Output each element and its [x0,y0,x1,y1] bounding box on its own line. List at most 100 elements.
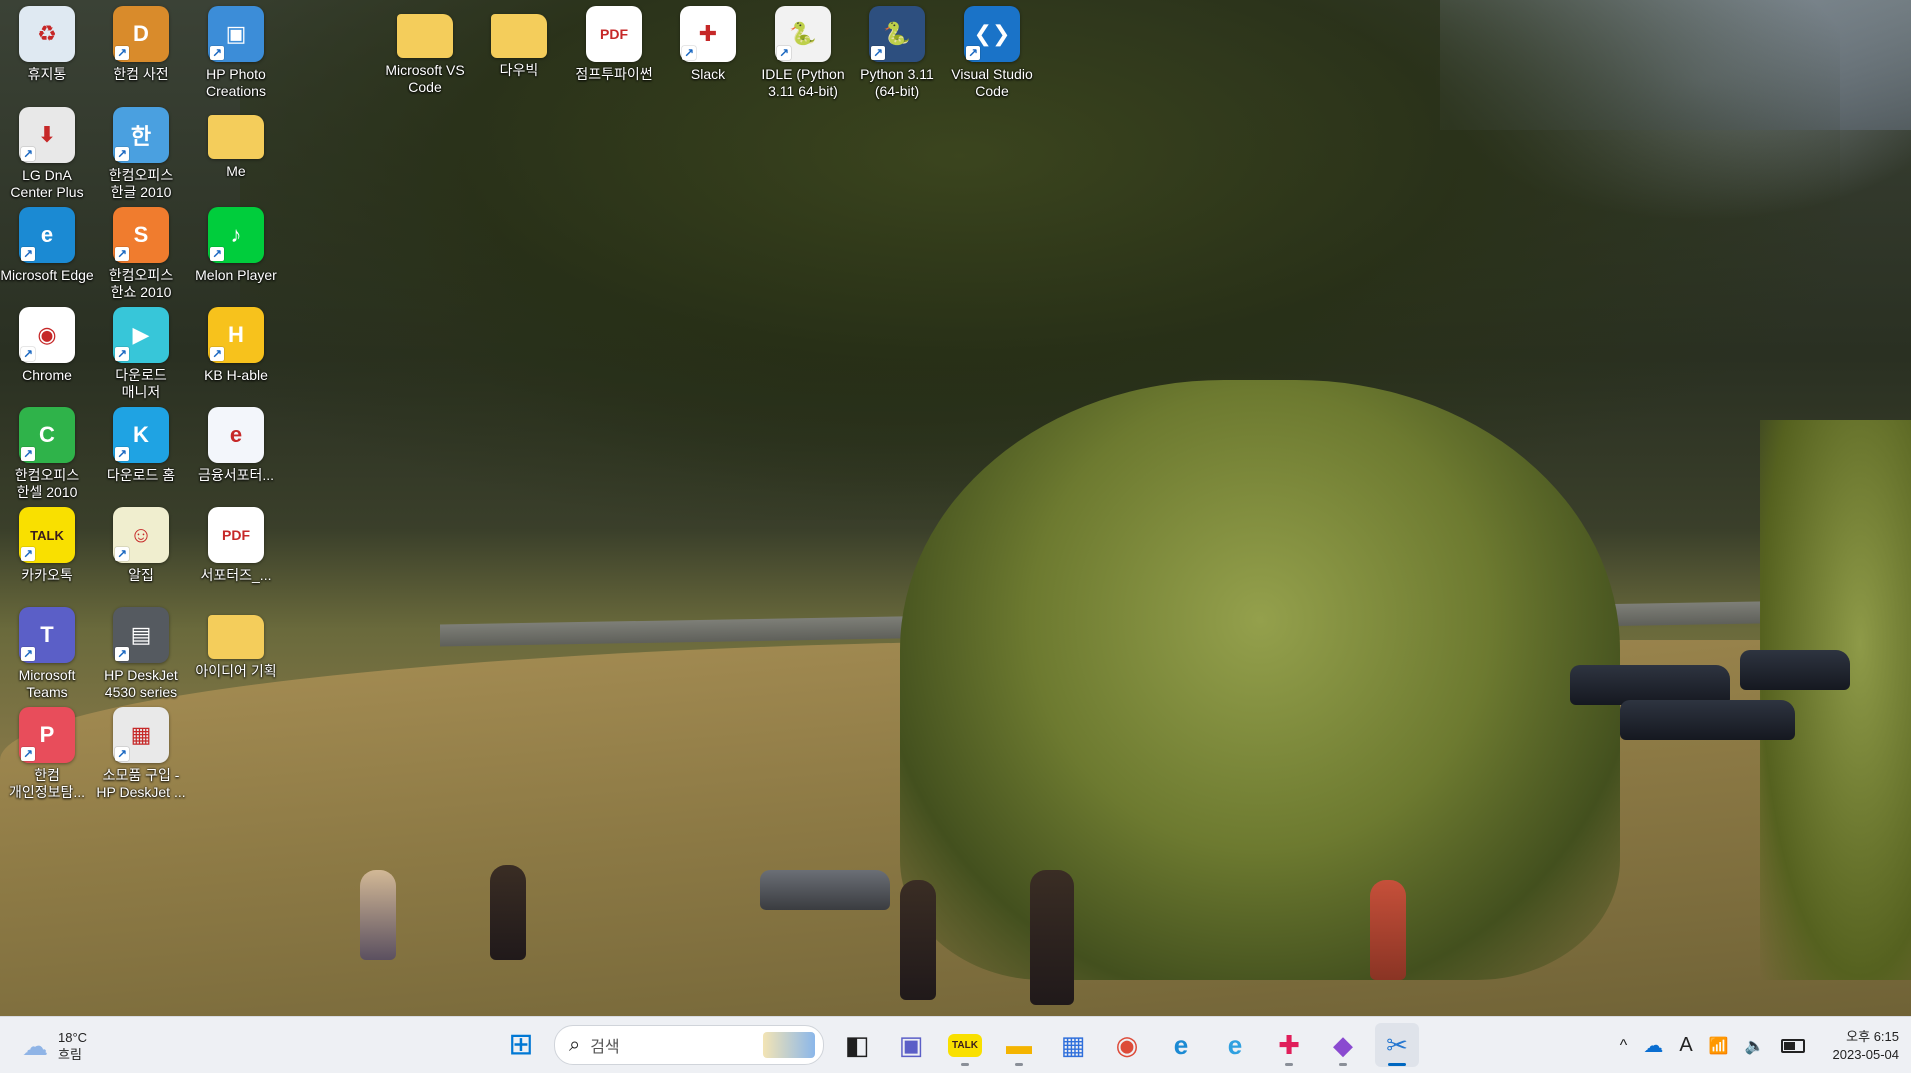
wallpaper-person [900,880,936,1000]
edge-taskbar-button[interactable]: e [1159,1023,1203,1067]
desktop-icon-label: 한컴오피스 한쇼 2010 [108,267,174,300]
hancom-dictionary-icon: D ↗ [113,6,169,62]
download-manager-icon: ▶ ↗ [113,307,169,363]
wifi-icon[interactable]: 📶 [1709,1036,1729,1056]
wallpaper-willow-tree [900,380,1620,980]
desktop-icon[interactable]: 아이디어 기획 [189,605,283,705]
desktop-icon[interactable]: Microsoft VS Code [378,4,472,104]
python-idle-icon: 🐍 ↗ [775,6,831,62]
desktop-icon[interactable]: ◉ ↗ Chrome [0,305,94,405]
folder-icon [208,615,264,659]
shortcut-arrow-icon: ↗ [21,747,35,761]
cloud-icon: ☁ [22,1030,48,1061]
folder-icon [208,115,264,159]
desktop-icon[interactable]: ☺ ↗ 알집 [94,505,188,605]
desktop-icon[interactable]: TALK ↗ 카카오톡 [0,505,94,605]
desktop-icon[interactable]: S ↗ 한컴오피스 한쇼 2010 [94,205,188,305]
desktop-icon-label: IDLE (Python 3.11 64-bit) [761,66,845,99]
shortcut-arrow-icon: ↗ [682,46,696,60]
desktop-icon[interactable]: Me [189,105,283,205]
kb-h-able-icon: H ↗ [208,307,264,363]
desktop-icon[interactable]: PDF 점프투파이썬 [567,4,661,104]
volume-icon[interactable]: 🔈 [1745,1036,1765,1056]
desktop-icon[interactable]: 한 ↗ 한컴오피스 한글 2010 [94,105,188,205]
slack-taskbar-button[interactable]: ✚ [1267,1023,1311,1067]
shortcut-arrow-icon: ↗ [21,447,35,461]
desktop-icon[interactable]: P ↗ 한컴 개인정보탐... [0,705,94,805]
shortcut-arrow-icon: ↗ [115,747,129,761]
desktop-icon[interactable]: ▤ ↗ HP DeskJet 4530 series [94,605,188,705]
desktop-wallpaper [0,0,1911,1016]
running-indicator [1015,1063,1023,1066]
desktop-icon[interactable]: PDF 서포터즈_... [189,505,283,605]
printer-icon: ▤ ↗ [113,607,169,663]
search-box[interactable]: ⌕ 검색 [554,1025,824,1065]
lg-dna-center-icon: ⬇ ↗ [19,107,75,163]
start-button[interactable]: ⊞ [499,1023,543,1067]
desktop-icon[interactable]: ⬇ ↗ LG DnA Center Plus [0,105,94,205]
desktop-icon[interactable]: ♪ ↗ Melon Player [189,205,283,305]
wallpaper-car [1740,650,1850,690]
weather-widget[interactable]: ☁ 18°C 흐림 [22,1027,87,1065]
shortcut-arrow-icon: ↗ [210,46,224,60]
teams-chat-button[interactable]: ▣ [889,1023,933,1067]
search-highlight-icon [763,1032,815,1058]
desktop-icon[interactable]: 🐍 ↗ Python 3.11 (64-bit) [850,4,944,104]
desktop-icon[interactable]: ▣ ↗ HP Photo Creations [189,4,283,104]
desktop-icon[interactable]: ▶ ↗ 다운로드 매니저 [94,305,188,405]
task-view-button[interactable]: ◧ [835,1023,879,1067]
shortcut-arrow-icon: ↗ [21,347,35,361]
shortcut-arrow-icon: ↗ [210,347,224,361]
weather-condition: 흐림 [58,1047,82,1062]
kakaotalk-taskbar-button[interactable]: TALK [943,1023,987,1067]
teams-chat-icon: ▣ [898,1029,924,1060]
desktop-icon[interactable]: D ↗ 한컴 사전 [94,4,188,104]
internet-explorer-button[interactable]: e [1213,1023,1257,1067]
desktop-icon[interactable]: ❮❯ ↗ Visual Studio Code [945,4,1039,104]
visual-studio-button[interactable]: ◆ [1321,1023,1365,1067]
battery-icon[interactable] [1780,1038,1805,1053]
onedrive-icon[interactable]: ☁ [1643,1033,1663,1058]
clock-time: 오후 6:15 [1846,1028,1899,1044]
desktop-icon[interactable]: 🐍 ↗ IDLE (Python 3.11 64-bit) [756,4,850,104]
shortcut-arrow-icon: ↗ [966,46,980,60]
desktop-icon-label: 금융서포터... [197,467,275,483]
desktop-icon[interactable]: C ↗ 한컴오피스 한셀 2010 [0,405,94,505]
desktop-icon-label: 한컴 개인정보탐... [8,767,86,800]
show-hidden-icons-chevron-icon[interactable]: ^ [1620,1037,1628,1055]
desktop-icon-label: 한컴오피스 한글 2010 [108,167,174,200]
desktop-icon-label: 알집 [128,567,154,583]
desktop-icon[interactable]: e 금융서포터... [189,405,283,505]
windows-start-icon: ⊞ [508,1028,534,1061]
desktop-icon[interactable]: K ↗ 다운로드 홈 [94,405,188,505]
chrome-taskbar-button[interactable]: ◉ [1105,1023,1149,1067]
desktop-icon[interactable]: e ↗ Microsoft Edge [0,205,94,305]
hp-photo-creations-icon: ▣ ↗ [208,6,264,62]
wallpaper-person [1030,870,1074,1005]
input-indicator[interactable]: A [1679,1034,1692,1057]
system-tray: ^ ☁ A 📶 🔈 오후 6:15 2023-05-04 [1612,1017,1911,1073]
desktop-icon-label: HP DeskJet 4530 series [104,667,178,700]
desktop-icon[interactable]: H ↗ KB H-able [189,305,283,405]
financial-supporter-icon: e [208,407,264,463]
clock[interactable]: 오후 6:15 2023-05-04 [1833,1028,1900,1064]
slack-icon: ✚ ↗ [680,6,736,62]
snipping-tool-button[interactable]: ✂ [1375,1023,1419,1067]
desktop-icon[interactable]: 다우빅 [472,4,566,104]
microsoft-store-button[interactable]: ▦ [1051,1023,1095,1067]
shortcut-arrow-icon: ↗ [210,247,224,261]
desktop-icon[interactable]: T ↗ Microsoft Teams [0,605,94,705]
taskbar: ☁ 18°C 흐림 ⊞ ⌕ 검색 ◧ ▣ TALK ▬ ▦ ◉ e e ✚ ◆ ✂ ^ ☁ A 📶 … [0,1016,1911,1073]
wallpaper-person [1370,880,1406,980]
hp-supplies-icon: ▦ ↗ [113,707,169,763]
desktop-icon-label: 아이디어 기획 [195,663,277,679]
file-explorer-icon: ▬ [1006,1029,1032,1060]
desktop-icon[interactable]: ♻ 휴지통 [0,4,94,104]
slack-icon: ✚ [1278,1029,1300,1060]
desktop-icon[interactable]: ✚ ↗ Slack [661,4,755,104]
file-explorer-button[interactable]: ▬ [997,1023,1041,1067]
desktop-icon-label: 점프투파이썬 [575,66,653,82]
wallpaper-person [490,865,526,960]
desktop-icon[interactable]: ▦ ↗ 소모품 구입 - HP DeskJet ... [94,705,188,805]
desktop-icon-label: HP Photo Creations [206,66,266,99]
